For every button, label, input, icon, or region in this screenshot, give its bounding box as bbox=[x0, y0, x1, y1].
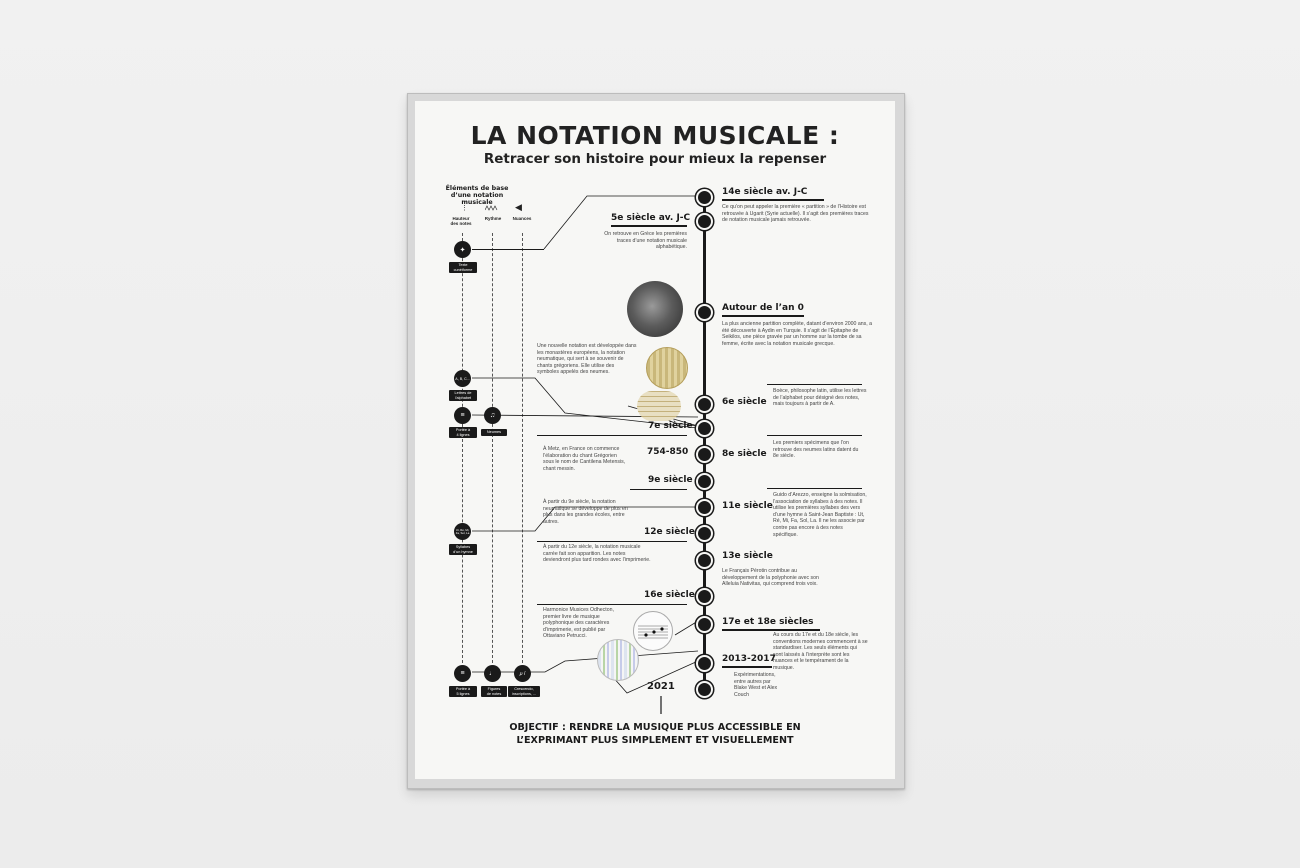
node-16th[interactable] bbox=[696, 588, 713, 605]
label-6th: 6e siècle bbox=[722, 397, 767, 407]
label-5-bc: 5e siècle av. J-C bbox=[611, 213, 690, 227]
rule-6th bbox=[767, 384, 862, 385]
manuscript-photo bbox=[646, 347, 688, 389]
desc-2013-2017: Expérimentations, entre autres par Blake… bbox=[734, 672, 778, 698]
node-7th[interactable] bbox=[696, 420, 713, 437]
label-13th: 13e siècle bbox=[722, 551, 773, 561]
desc-9th: À partir du 9e siècle, la notation neuma… bbox=[543, 499, 628, 525]
desc-5-bc: On retrouve en Grèce les premières trace… bbox=[604, 231, 687, 251]
label-16th: 16e siècle bbox=[644, 590, 695, 600]
label-2013-2017: 2013-2017 bbox=[722, 654, 776, 668]
desc-12th: À partir du 12e siècle, la notation musi… bbox=[543, 544, 651, 564]
rule-8th bbox=[767, 435, 862, 436]
node-754-850[interactable] bbox=[696, 446, 713, 463]
node-13th[interactable] bbox=[696, 552, 713, 569]
label-754-850: 754-850 bbox=[647, 447, 689, 457]
desc-13th: Le Français Pérotin contribue au dévelop… bbox=[722, 568, 819, 588]
desc-14-bc: Ce qu’on peut appeler la première « part… bbox=[722, 204, 869, 224]
label-12th: 12e siècle bbox=[644, 527, 695, 537]
label-17-18th: 17e et 18e siècles bbox=[722, 617, 820, 631]
label-2021: 2021 bbox=[647, 681, 675, 692]
rule-9th bbox=[630, 489, 687, 490]
label-year-0: Autour de l’an 0 bbox=[722, 303, 804, 317]
rule-16th bbox=[537, 604, 687, 605]
node-17-18th[interactable] bbox=[696, 616, 713, 633]
score-notes-icon bbox=[638, 625, 668, 639]
stele-photo bbox=[627, 281, 683, 337]
poster: LA NOTATION MUSICALE : Retracer son hist… bbox=[415, 101, 895, 779]
node-11th[interactable] bbox=[696, 499, 713, 516]
score-photo bbox=[633, 611, 673, 651]
label-11th: 11e siècle bbox=[722, 501, 773, 511]
rule-12th bbox=[537, 541, 687, 542]
objective: OBJECTIF : RENDRE LA MUSIQUE PLUS ACCESS… bbox=[415, 721, 895, 747]
label-8th: 8e siècle bbox=[722, 449, 767, 459]
label-7th: 7e siècle bbox=[648, 421, 693, 431]
node-9th[interactable] bbox=[696, 473, 713, 490]
node-14-bc[interactable] bbox=[696, 189, 713, 206]
node-5-bc[interactable] bbox=[696, 213, 713, 230]
objective-line2: L’EXPRIMANT PLUS SIMPLEMENT ET VISUELLEM… bbox=[516, 735, 794, 746]
objective-line1: OBJECTIF : RENDRE LA MUSIQUE PLUS ACCESS… bbox=[509, 722, 801, 733]
label-14-bc: 14e siècle av. J-C bbox=[722, 187, 824, 201]
node-6th[interactable] bbox=[696, 396, 713, 413]
rule-7th bbox=[537, 435, 687, 436]
manuscript-photo-2 bbox=[637, 391, 681, 421]
experiment-photo bbox=[597, 639, 639, 681]
desc-8th: Les premiers spécimens que l’on retrouve… bbox=[773, 440, 859, 460]
desc-754-850: À Metz, en France on commence l’élaborat… bbox=[543, 446, 626, 472]
node-2013-2017[interactable] bbox=[696, 655, 713, 672]
node-year-0[interactable] bbox=[696, 304, 713, 321]
desc-11th: Guido d’Arezzo, enseigne la solmisation,… bbox=[773, 492, 867, 538]
desc-17-18th: Au cours du 17e et du 18e siècle, les co… bbox=[773, 632, 868, 671]
desc-16th: Harmonice Musices Odhecton, premier livr… bbox=[543, 607, 614, 640]
node-12th[interactable] bbox=[696, 525, 713, 542]
desc-year-0: La plus ancienne partition complète, dat… bbox=[722, 321, 872, 347]
rule-11th bbox=[767, 488, 862, 489]
label-9th: 9e siècle bbox=[648, 475, 693, 485]
node-2021[interactable] bbox=[696, 681, 713, 698]
desc-6th: Boèce, philosophe latin, utilise les let… bbox=[773, 388, 867, 408]
desc-neumes: Une nouvelle notation est développée dan… bbox=[537, 343, 637, 376]
